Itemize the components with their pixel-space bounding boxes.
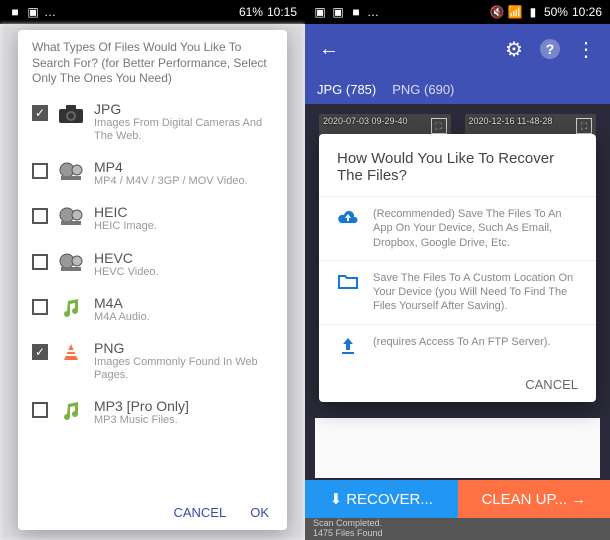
checkbox[interactable] (32, 105, 48, 121)
folder-icon (337, 271, 359, 293)
battery-text: 61% (239, 5, 263, 19)
checkbox[interactable] (32, 299, 48, 315)
file-row-png[interactable]: PNG Images Commonly Found In Web Pages. (18, 332, 287, 390)
status-bar: ■ ▣ … 61% 10:15 (0, 0, 305, 24)
file-type-dialog: What Types Of Files Would You Like To Se… (18, 30, 287, 530)
file-row-m4a[interactable]: M4A M4A Audio. (18, 287, 287, 332)
arrow-right-icon: → (571, 491, 586, 508)
expand-icon[interactable]: ⛶ (576, 118, 592, 134)
file-row-heic[interactable]: HEIC HEIC Image. (18, 196, 287, 241)
clock: 10:26 (572, 5, 602, 19)
film-icon (58, 250, 84, 276)
left-phone: ■ ▣ … 61% 10:15 What Types Of Files Woul… (0, 0, 305, 540)
signal-icon: ▮ (526, 5, 540, 19)
option-folder[interactable]: Save The Files To A Custom Location On Y… (319, 260, 596, 324)
film-icon (58, 204, 84, 230)
option-cloud[interactable]: (Recommended) Save The Files To An App O… (319, 196, 596, 260)
cancel-button[interactable]: CANCEL (525, 377, 578, 392)
cloud-upload-icon (337, 207, 359, 229)
checkbox[interactable] (32, 208, 48, 224)
dialog-title: What Types Of Files Would You Like To Se… (18, 30, 287, 93)
recover-button[interactable]: ⬇ RECOVER... (305, 480, 458, 518)
help-icon[interactable]: ? (538, 37, 562, 61)
file-row-mp4[interactable]: MP4 MP4 / M4V / 3GP / MOV Video. (18, 151, 287, 196)
recover-dialog: How Would You Like To Recover The Files?… (319, 134, 596, 402)
image-icon: ▣ (331, 5, 345, 19)
music-note-icon (58, 295, 84, 321)
tab-jpg[interactable]: JPG (785) (317, 82, 376, 97)
gear-icon[interactable]: ⚙ (502, 37, 526, 61)
overflow-icon[interactable]: ⋮ (574, 37, 598, 61)
checkbox[interactable] (32, 254, 48, 270)
cleanup-button[interactable]: CLEAN UP... → (458, 480, 610, 518)
download-icon: ⬇ (330, 490, 343, 508)
right-phone: ▣ ▣ ■ … 🔇 📶 ▮ 50% 10:26 ← ⚙ ? ⋮ JPG (785… (305, 0, 610, 540)
battery-text: 50% (544, 5, 568, 19)
chat-icon: ▣ (26, 5, 40, 19)
ok-button[interactable]: OK (250, 505, 269, 520)
svg-text:?: ? (546, 41, 555, 57)
cancel-button[interactable]: CANCEL (173, 505, 226, 520)
file-row-mp3[interactable]: MP3 [Pro Only] MP3 Music Files. (18, 390, 287, 435)
app-bar: ← ⚙ ? ⋮ (305, 24, 610, 74)
expand-icon[interactable]: ⛶ (431, 118, 447, 134)
upload-icon (337, 335, 359, 357)
scan-status: Scan Completed. 1475 Files Found (305, 518, 610, 540)
file-row-hevc[interactable]: HEVC HEVC Video. (18, 242, 287, 287)
video-icon: ■ (8, 5, 22, 19)
status-bar: ▣ ▣ ■ … 🔇 📶 ▮ 50% 10:26 (305, 0, 610, 24)
file-row-jpg[interactable]: JPG Images From Digital Cameras And The … (18, 93, 287, 151)
option-ftp[interactable]: (requires Access To An FTP Server). (319, 324, 596, 367)
back-icon[interactable]: ← (317, 37, 341, 61)
content-area: 2020-07-03 09-29-40 JPG, 43,82 KB ⛶ 2020… (305, 104, 610, 540)
checkbox[interactable] (32, 344, 48, 360)
camera-icon (58, 101, 84, 127)
wifi-icon: 📶 (508, 5, 522, 19)
tab-png[interactable]: PNG (690) (392, 82, 454, 97)
file-type-list: JPG Images From Digital Cameras And The … (18, 93, 287, 495)
video-icon: ■ (349, 5, 363, 19)
image-icon: ▣ (313, 5, 327, 19)
mute-icon: 🔇 (490, 5, 504, 19)
dialog-title: How Would You Like To Recover The Files? (319, 134, 596, 196)
tab-bar: JPG (785) PNG (690) (305, 74, 610, 104)
checkbox[interactable] (32, 402, 48, 418)
cone-icon (58, 340, 84, 366)
checkbox[interactable] (32, 163, 48, 179)
music-note-icon (58, 398, 84, 424)
bottom-bar: ⬇ RECOVER... CLEAN UP... → (305, 480, 610, 518)
clock: 10:15 (267, 5, 297, 19)
film-icon (58, 159, 84, 185)
